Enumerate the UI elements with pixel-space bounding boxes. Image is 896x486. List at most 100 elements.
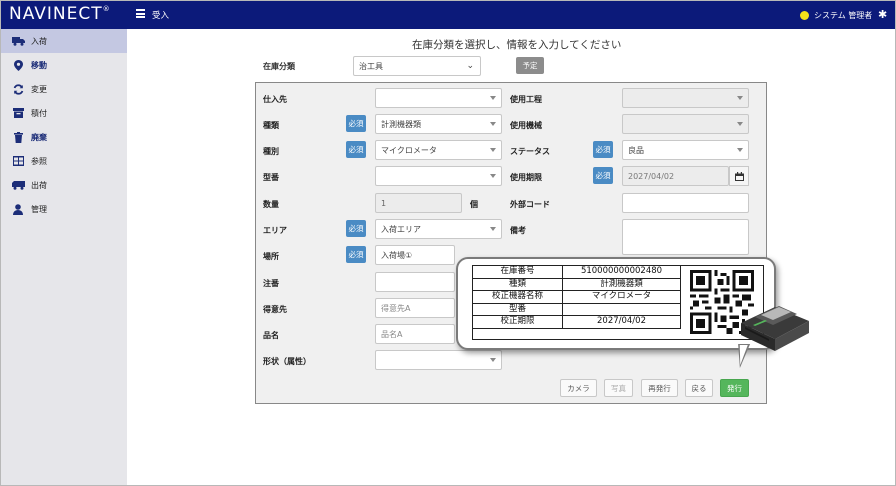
required-badge: 必須 — [346, 220, 366, 237]
chevron-down-icon — [490, 96, 496, 100]
user-status-icon — [800, 11, 809, 20]
table-row: 種類 計測機器類 — [472, 277, 681, 291]
chevron-down-icon — [490, 122, 496, 126]
required-badge: 必須 — [346, 246, 366, 263]
sidebar-item-move[interactable]: 移動 — [1, 53, 127, 77]
product-input[interactable]: 品名A — [375, 324, 455, 344]
user-name[interactable]: システム 管理者 — [814, 10, 872, 21]
map-pin-icon — [11, 59, 25, 71]
type-label: 種類 — [263, 121, 279, 130]
sidebar: 入荷 移動 変更 積付 廃棄 参照 出荷 管理 — [1, 29, 127, 485]
reissue-button[interactable]: 再発行 — [641, 379, 678, 397]
page-name: 受入 — [152, 11, 170, 21]
shape-label: 形状（属性） — [263, 357, 311, 366]
quantity-unit: 個 — [470, 200, 478, 209]
menu-icon[interactable] — [136, 9, 145, 19]
gear-icon[interactable]: ✱ — [878, 8, 887, 21]
model-label: 型番 — [263, 173, 279, 182]
sidebar-item-label: 管理 — [31, 204, 47, 214]
customer-input[interactable]: 得意先A — [375, 298, 455, 318]
ext-code-label: 外部コード — [510, 200, 550, 209]
sidebar-item-admin[interactable]: 管理 — [1, 197, 127, 221]
table-row: 型番 — [472, 302, 681, 316]
chevron-down-icon — [490, 174, 496, 178]
product-label: 品名 — [263, 331, 279, 340]
sidebar-item-reference[interactable]: 参照 — [1, 149, 127, 173]
sidebar-item-label: 出荷 — [31, 180, 47, 190]
calendar-icon[interactable] — [729, 166, 749, 186]
chevron-down-icon — [490, 148, 496, 152]
sidebar-item-stack[interactable]: 積付 — [1, 101, 127, 125]
sidebar-item-shipping[interactable]: 出荷 — [1, 173, 127, 197]
chevron-down-icon — [737, 122, 743, 126]
remarks-textarea[interactable] — [622, 219, 749, 255]
trash-icon — [11, 131, 25, 143]
label-printer-icon — [741, 306, 809, 351]
required-badge: 必須 — [346, 115, 366, 132]
top-bar: NAVINECT® 受入 システム 管理者 ✱ — [1, 1, 895, 29]
expiry-label: 使用期限 — [510, 173, 542, 182]
box-icon — [11, 107, 25, 119]
back-button[interactable]: 戻る — [685, 379, 713, 397]
chevron-down-icon — [737, 96, 743, 100]
sidebar-item-arrival[interactable]: 入荷 — [1, 29, 127, 53]
process-select[interactable] — [622, 88, 749, 108]
plan-button[interactable]: 予定 — [516, 57, 544, 74]
quantity-input[interactable]: 1 — [375, 193, 462, 213]
sidebar-item-disposal[interactable]: 廃棄 — [1, 125, 127, 149]
required-badge: 必須 — [346, 141, 366, 158]
model-select[interactable] — [375, 166, 502, 186]
machine-label: 使用機械 — [510, 121, 542, 130]
area-label: エリア — [263, 226, 287, 235]
customer-label: 得意先 — [263, 305, 287, 314]
sidebar-item-label: 移動 — [31, 60, 47, 70]
type-select[interactable]: 計測機器類 — [375, 114, 502, 134]
page-title: 在庫分類を選択し、情報を入力してください — [412, 39, 622, 51]
sidebar-item-label: 積付 — [31, 108, 47, 118]
category-select[interactable]: 治工具 ⌄ — [353, 56, 481, 76]
truck-out-icon — [11, 179, 25, 191]
chevron-down-icon — [490, 358, 496, 362]
kind-select[interactable]: マイクロメータ — [375, 140, 502, 160]
issue-button[interactable]: 発行 — [720, 379, 749, 397]
process-label: 使用工程 — [510, 95, 542, 104]
table-row: 校正期限 2027/04/02 — [472, 315, 681, 329]
status-select[interactable]: 良品 — [622, 140, 749, 160]
chevron-down-icon — [737, 148, 743, 152]
supplier-label: 仕入先 — [263, 95, 287, 104]
shape-select[interactable] — [375, 350, 502, 370]
ext-code-input[interactable] — [622, 193, 749, 213]
camera-button[interactable]: カメラ — [560, 379, 597, 397]
sidebar-item-label: 廃棄 — [31, 132, 47, 142]
kind-label: 種別 — [263, 147, 279, 156]
supplier-select[interactable] — [375, 88, 502, 108]
required-badge: 必須 — [593, 167, 613, 184]
photo-button[interactable]: 写真 — [604, 379, 633, 397]
quantity-label: 数量 — [263, 200, 279, 209]
table-icon — [11, 155, 25, 167]
sidebar-item-change[interactable]: 変更 — [1, 77, 127, 101]
sidebar-item-label: 参照 — [31, 156, 47, 166]
location-label: 場所 — [263, 252, 279, 261]
brand-logo[interactable]: NAVINECT® — [9, 4, 111, 24]
expiry-input[interactable]: 2027/04/02 — [622, 166, 729, 186]
location-select[interactable]: 入荷場① — [375, 245, 455, 265]
machine-select[interactable] — [622, 114, 749, 134]
refresh-icon — [11, 83, 25, 95]
category-label: 在庫分類 — [263, 62, 295, 71]
remarks-label: 備考 — [510, 226, 526, 235]
area-select[interactable]: 入荷エリア — [375, 219, 502, 239]
user-icon — [11, 203, 25, 215]
table-row: 在庫番号 510000000002480 — [472, 265, 681, 279]
sidebar-item-label: 入荷 — [31, 36, 47, 46]
table-row: 校正機器名称 マイクロメータ — [472, 290, 681, 304]
order-no-input[interactable] — [375, 272, 455, 292]
truck-icon — [11, 35, 25, 47]
chevron-down-icon: ⌄ — [466, 61, 474, 71]
order-no-label: 注番 — [263, 279, 279, 288]
label-table: 在庫番号 510000000002480 種類 計測機器類 校正機器名称 マイクロメー… — [472, 265, 681, 329]
chevron-down-icon — [490, 227, 496, 231]
sidebar-item-label: 変更 — [31, 84, 47, 94]
required-badge: 必須 — [593, 141, 613, 158]
status-label: ステータス — [510, 147, 550, 156]
